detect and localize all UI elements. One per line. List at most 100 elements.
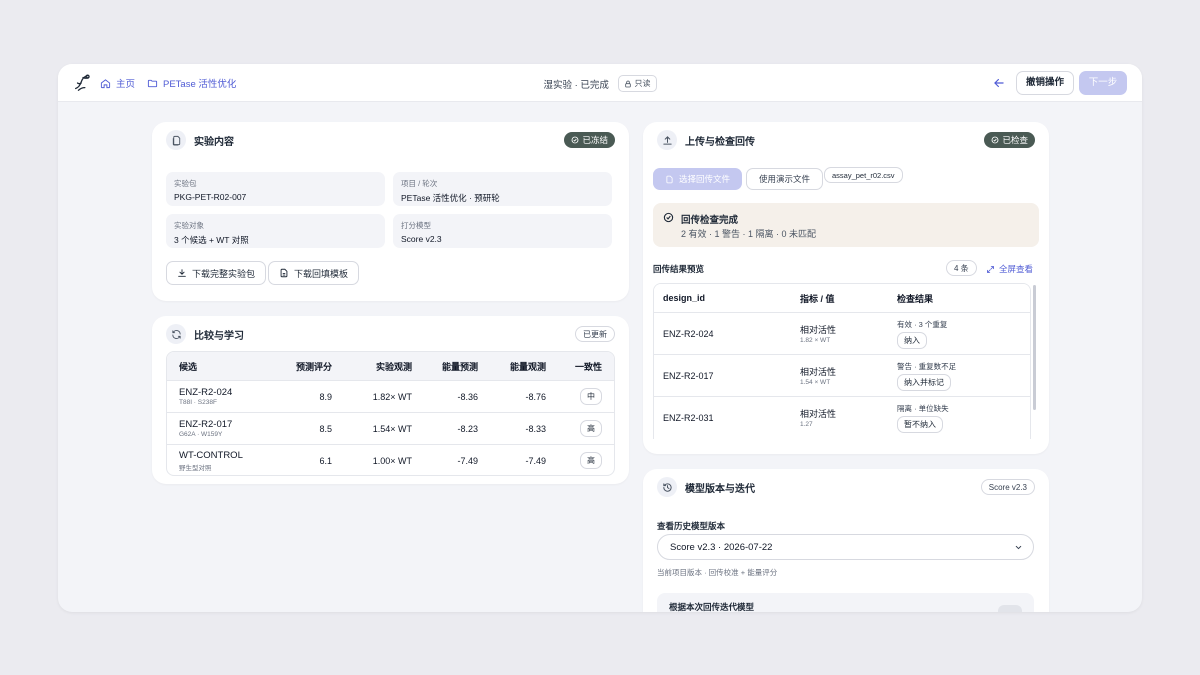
table-row: ENZ-R2-024 T88I · S238F 8.9 1.82× WT -8.… <box>167 380 614 412</box>
file-icon <box>666 175 673 183</box>
include-flag-button[interactable]: 纳入并标记 <box>897 374 951 391</box>
file-name-tag: assay_pet_r02.csv <box>824 167 903 183</box>
col-energy-obs: 能量观测 <box>509 361 546 372</box>
updated-badge: 已更新 <box>575 326 615 342</box>
model-version-select[interactable]: Score v2.3 · 2026-07-22 <box>657 534 1034 560</box>
back-arrow-icon[interactable] <box>992 76 1006 90</box>
energy-pred: -8.23 <box>457 423 478 434</box>
check-status: 警告 · 重复数不足 <box>897 362 957 371</box>
upload-icon <box>657 130 677 150</box>
metric-name: 相对活性 <box>800 325 837 335</box>
compare-card: 比较与学习 已更新 候选 预测评分 实验观测 能量预测 能量观测 一致性 ENZ… <box>152 316 629 484</box>
checked-badge-label: 已检查 <box>1002 135 1028 145</box>
compare-table-header: 候选 预测评分 实验观测 能量预测 能量观测 一致性 <box>167 352 614 380</box>
table-row: ENZ-R2-017 G62A · W159Y 8.5 1.54× WT -8.… <box>167 412 614 444</box>
energy-pred: -7.49 <box>457 455 478 466</box>
energy-obs: -8.33 <box>525 423 546 434</box>
download-template-button[interactable]: 下载回填模板 <box>268 261 360 285</box>
exp-obs: 1.54× WT <box>372 423 412 434</box>
candidate-mutations: G62A · W159Y <box>179 431 223 438</box>
preview-scrollbar[interactable] <box>1033 285 1036 410</box>
choose-file-button[interactable]: 选择回传文件 <box>653 168 743 190</box>
lock-icon <box>624 80 631 87</box>
pred-score: 8.5 <box>319 423 332 434</box>
download-icon <box>178 269 186 277</box>
iterate-model-toggle[interactable] <box>998 605 1022 612</box>
energy-obs: -8.76 <box>525 391 546 402</box>
agreement-pill: 高 <box>580 452 602 469</box>
history-label: 查看历史模型版本 <box>657 521 726 531</box>
candidate-mutations: T88I · S238F <box>179 399 217 406</box>
model-card: 模型版本与迭代 Score v2.3 查看历史模型版本 Score v2.3 ·… <box>643 469 1049 612</box>
use-demo-file-button[interactable]: 使用演示文件 <box>746 168 824 190</box>
table-row: WT-CONTROL 野生型对照 6.1 1.00× WT -7.49 -7.4… <box>167 444 614 475</box>
info-package-value: PKG-PET-R02-007 <box>174 192 247 202</box>
preview-table-header: design_id 指标 / 值 检查结果 <box>654 284 1030 312</box>
model-version-badge: Score v2.3 <box>980 479 1035 495</box>
col-metric-value: 指标 / 值 <box>800 293 835 304</box>
col-pred-score: 预测评分 <box>295 361 332 372</box>
undo-button[interactable]: 撤销操作 <box>1016 71 1074 95</box>
table-row: ENZ-R2-024 相对活性 1.82 × WT 有效 · 3 个重复 纳入 <box>654 312 1030 354</box>
table-row: ENZ-R2-017 相对活性 1.54 × WT 警告 · 重复数不足 纳入并… <box>654 354 1030 396</box>
info-package: 实验包 PKG-PET-R02-007 <box>166 172 385 206</box>
info-package-label: 实验包 <box>174 179 197 188</box>
info-subject: 实验对象 3 个候选 + WT 对照 <box>166 214 385 248</box>
preview-table: design_id 指标 / 值 检查结果 ENZ-R2-024 相对活性 1.… <box>653 283 1031 439</box>
candidate-mutations: 野生型对照 <box>179 464 212 472</box>
frozen-badge: 已冻结 <box>564 132 615 148</box>
pred-score: 8.9 <box>319 391 332 402</box>
col-design-id: design_id <box>663 293 706 303</box>
metric-value: 1.82 × WT <box>800 337 831 344</box>
preview-label: 回传结果预览 <box>653 264 705 274</box>
exclude-button[interactable]: 暂不纳入 <box>897 416 943 433</box>
col-exp-obs: 实验观测 <box>375 361 412 372</box>
model-version-selected: Score v2.3 · 2026-07-22 <box>670 541 773 553</box>
check-result-box: 回传检查完成 2 有效 · 1 警告 · 1 隔离 · 0 未匹配 <box>653 203 1039 247</box>
include-button[interactable]: 纳入 <box>897 332 927 349</box>
metric-value: 1.54 × WT <box>800 379 831 386</box>
info-project-round-value: PETase 活性优化 · 预研轮 <box>401 193 500 203</box>
col-agreement: 一致性 <box>574 361 602 372</box>
info-score-model-value: Score v2.3 <box>401 234 442 244</box>
check-status: 有效 · 3 个重复 <box>897 320 948 329</box>
info-project-round: 项目 / 轮次 PETase 活性优化 · 预研轮 <box>393 172 612 206</box>
exp-obs: 1.82× WT <box>372 391 412 402</box>
compare-table: 候选 预测评分 实验观测 能量预测 能量观测 一致性 ENZ-R2-024 T8… <box>166 351 615 476</box>
readonly-badge: 只读 <box>617 75 657 92</box>
chevron-down-icon <box>1015 545 1022 550</box>
agreement-pill: 中 <box>580 388 602 405</box>
model-version-hint: 当前项目版本 · 回传校准 + 能量评分 <box>657 568 778 577</box>
energy-pred: -8.36 <box>457 391 478 402</box>
fullscreen-label: 全屏查看 <box>999 264 1034 274</box>
candidate-name: ENZ-R2-024 <box>179 387 233 398</box>
download-template-label: 下载回填模板 <box>294 268 349 279</box>
info-project-round-label: 项目 / 轮次 <box>401 179 438 188</box>
fullscreen-button[interactable]: 全屏查看 <box>986 263 1033 275</box>
frozen-badge-label: 已冻结 <box>582 135 608 145</box>
metric-name: 相对活性 <box>800 409 837 419</box>
col-energy-pred: 能量预测 <box>441 361 478 372</box>
check-result-title: 回传检查完成 <box>681 215 739 226</box>
top-bar: 主页 PETase 活性优化 湿实验 · 已完成 只读 撤销操作 下一步 <box>58 64 1142 102</box>
info-score-model: 打分模型 Score v2.3 <box>393 214 612 248</box>
download-package-button[interactable]: 下载完整实验包 <box>166 261 267 285</box>
check-circle-icon <box>663 212 674 223</box>
history-icon <box>657 477 677 497</box>
col-candidate: 候选 <box>179 361 198 372</box>
download-package-label: 下载完整实验包 <box>192 268 256 279</box>
next-step-button[interactable]: 下一步 <box>1079 71 1127 95</box>
model-card-title: 模型版本与迭代 <box>685 483 755 495</box>
iterate-model-label: 根据本次回传迭代模型 <box>669 602 755 612</box>
page-status-title: 湿实验 · 已完成 只读 <box>58 75 1142 92</box>
status-title-text: 湿实验 · 已完成 <box>543 79 609 91</box>
exp-obs: 1.00× WT <box>372 455 412 466</box>
iterate-model-box: 根据本次回传迭代模型 <box>657 593 1034 612</box>
col-check-result: 检查结果 <box>897 293 934 304</box>
experiment-card-title: 实验内容 <box>194 136 234 148</box>
upload-card-title: 上传与检查回传 <box>685 136 755 148</box>
check-status: 隔离 · 单位缺失 <box>897 404 949 413</box>
design-id: ENZ-R2-031 <box>663 412 714 423</box>
file-icon <box>280 268 288 278</box>
info-score-model-label: 打分模型 <box>401 221 431 230</box>
